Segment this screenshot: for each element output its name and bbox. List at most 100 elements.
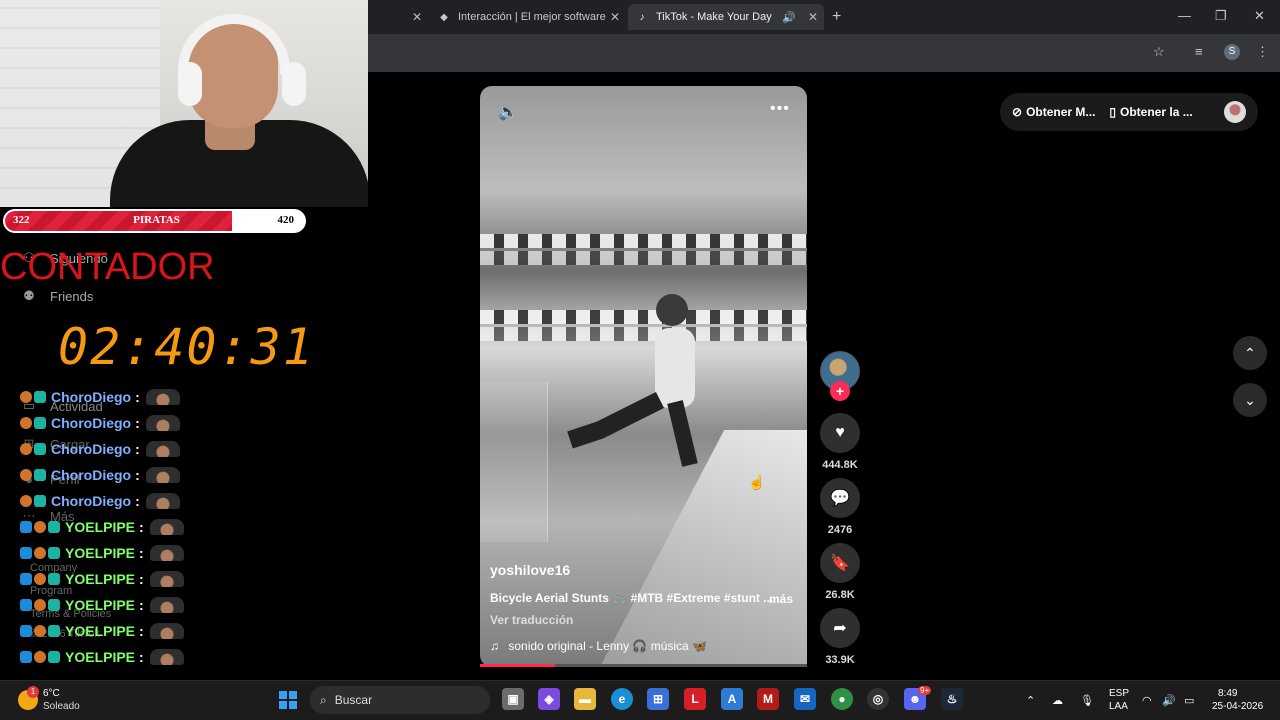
chat-separator: : xyxy=(139,623,144,639)
app-l-icon[interactable]: L xyxy=(684,688,706,710)
shield-badge-icon xyxy=(34,625,46,637)
level-badge-icon xyxy=(34,469,46,481)
chat-username: ChoroDiego xyxy=(51,415,132,431)
minimize-button[interactable]: — xyxy=(1178,8,1191,23)
phone-icon: ▯ xyxy=(1109,105,1117,119)
edge-icon[interactable]: e xyxy=(611,688,633,710)
level-badge-icon xyxy=(34,391,46,403)
volume-tray-icon[interactable]: 🔊 xyxy=(1162,694,1176,707)
chat-separator: : xyxy=(139,545,144,561)
follow-button[interactable]: + xyxy=(830,381,850,401)
emote-icon xyxy=(145,467,180,483)
browser-tab-interaccion[interactable]: ◆ Interacción | El mejor software p ✕ xyxy=(430,4,626,30)
battery-icon[interactable]: ▭ xyxy=(1184,694,1194,707)
close-tab-icon[interactable]: ✕ xyxy=(610,10,620,24)
level-badge-icon xyxy=(34,495,46,507)
video-progress-bar[interactable] xyxy=(480,664,807,667)
level-badge-icon xyxy=(48,599,60,611)
file-explorer-icon[interactable]: ▬ xyxy=(574,688,596,710)
chat-separator: : xyxy=(135,467,140,483)
chat-username: YOELPIPE xyxy=(65,597,136,613)
get-app-button[interactable]: ▯ Obtener la ... xyxy=(1109,105,1192,119)
chat-separator: : xyxy=(139,597,144,613)
comment-icon: 💬 xyxy=(830,490,850,507)
share-count: 33.9K xyxy=(825,654,855,666)
see-more-link[interactable]: más xyxy=(769,592,793,606)
store-icon[interactable]: ⊞ xyxy=(647,688,669,710)
keyboard-language[interactable]: ESP xyxy=(1109,688,1129,699)
chat-username: ChoroDiego xyxy=(51,389,132,405)
menu-kebab-icon[interactable]: ⋮ xyxy=(1256,44,1269,60)
chat-message: YOELPIPE: xyxy=(20,566,360,592)
new-tab-button[interactable]: + xyxy=(832,8,841,26)
chat-message: ChoroDiego: xyxy=(20,384,360,410)
video-author[interactable]: yoshilove16 xyxy=(490,562,570,578)
shield-badge-icon xyxy=(34,573,46,585)
weather-badge: 1 xyxy=(27,686,39,698)
level-badge-icon xyxy=(48,651,60,663)
clock-date[interactable]: 25-04-2026 xyxy=(1212,701,1263,712)
browser-tab-tiktok[interactable]: ♪ TikTok - Make Your Day 🔊 ✕ xyxy=(628,4,824,30)
profile-avatar[interactable]: S xyxy=(1224,44,1240,60)
emote-icon xyxy=(149,545,184,561)
heart-icon: ♥ xyxy=(835,424,845,441)
chat-message: ChoroDiego: xyxy=(20,410,360,436)
wifi-icon[interactable]: ◠ xyxy=(1142,694,1152,707)
clock-time[interactable]: 8:49 xyxy=(1218,688,1237,699)
chat-message: ChoroDiego: xyxy=(20,462,360,488)
mail-icon[interactable]: ✉ xyxy=(794,688,816,710)
copilot-icon[interactable]: ◈ xyxy=(538,688,560,710)
tray-chevron-up-icon[interactable]: ⌃ xyxy=(1026,694,1035,707)
share-button[interactable]: ➦ xyxy=(820,608,860,648)
search-icon: ⌕ xyxy=(320,692,327,707)
steam-icon[interactable]: ♨ xyxy=(941,688,963,710)
comment-count: 2476 xyxy=(827,524,853,536)
keyboard-layout[interactable]: LAA xyxy=(1109,701,1128,712)
app-a-icon[interactable]: A xyxy=(721,688,743,710)
emote-icon xyxy=(145,493,180,509)
chat-separator: : xyxy=(135,415,140,431)
app-circle-icon[interactable]: ◎ xyxy=(867,688,889,710)
video-sound[interactable]: ♫ sonido original - Lenny 🎧 música 🦋 xyxy=(490,639,707,653)
bookmark-star-icon[interactable]: ☆ xyxy=(1153,44,1165,60)
close-tab-icon[interactable]: ✕ xyxy=(412,10,422,24)
previous-video-button[interactable]: ⌃ xyxy=(1233,336,1267,370)
weather-temperature: 6°C xyxy=(43,688,60,699)
chat-separator: : xyxy=(139,571,144,587)
chevron-down-icon: ⌄ xyxy=(1244,392,1256,408)
restore-button[interactable]: ❐ xyxy=(1215,8,1227,24)
shield-badge-icon xyxy=(34,521,46,533)
sidebar-item-friends[interactable]: ⚉ Friends xyxy=(20,288,93,304)
subscriber-badge-icon xyxy=(20,573,32,585)
translate-link[interactable]: Ver traducción xyxy=(490,613,573,627)
bookmark-button[interactable]: 🔖 xyxy=(820,543,860,583)
media-control-icon[interactable]: ≡ xyxy=(1195,44,1203,59)
chat-username: YOELPIPE xyxy=(65,649,136,665)
like-button[interactable]: ♥ xyxy=(820,413,860,453)
volume-icon[interactable]: 🔈 xyxy=(498,102,518,122)
taskbar-search[interactable]: ⌕ Buscar xyxy=(310,686,490,714)
comment-button[interactable]: 💬 xyxy=(820,478,860,518)
get-coins-label: Obtener M... xyxy=(1026,105,1096,119)
more-options-icon[interactable]: ••• xyxy=(770,100,790,118)
next-video-button[interactable]: ⌄ xyxy=(1233,383,1267,417)
close-tab-icon[interactable]: ✕ xyxy=(808,10,818,24)
chat-separator: : xyxy=(139,649,144,665)
start-button[interactable] xyxy=(279,691,297,709)
chrome-icon[interactable]: ● xyxy=(831,688,853,710)
chevron-up-icon: ⌃ xyxy=(1244,345,1256,361)
task-view-icon[interactable]: ▣ xyxy=(502,688,524,710)
close-window-button[interactable]: ✕ xyxy=(1254,8,1265,24)
browser-tab-partial[interactable]: ✕ xyxy=(380,4,428,30)
onedrive-icon[interactable]: ☁ xyxy=(1052,694,1063,707)
microphone-icon[interactable]: 🎙 xyxy=(1080,694,1094,707)
mcafee-icon[interactable]: M xyxy=(757,688,779,710)
get-coins-button[interactable]: ⊘ Obtener M... xyxy=(1012,105,1095,119)
chat-separator: : xyxy=(135,441,140,457)
tiktok-favicon-icon: ♪ xyxy=(639,11,645,23)
user-avatar[interactable] xyxy=(1224,101,1246,123)
speaker-icon[interactable]: 🔊 xyxy=(782,11,796,24)
score-team-name: PIRATAS xyxy=(133,214,180,226)
level-badge-icon xyxy=(34,417,46,429)
countdown-timer: 02:40:31 xyxy=(58,318,315,376)
